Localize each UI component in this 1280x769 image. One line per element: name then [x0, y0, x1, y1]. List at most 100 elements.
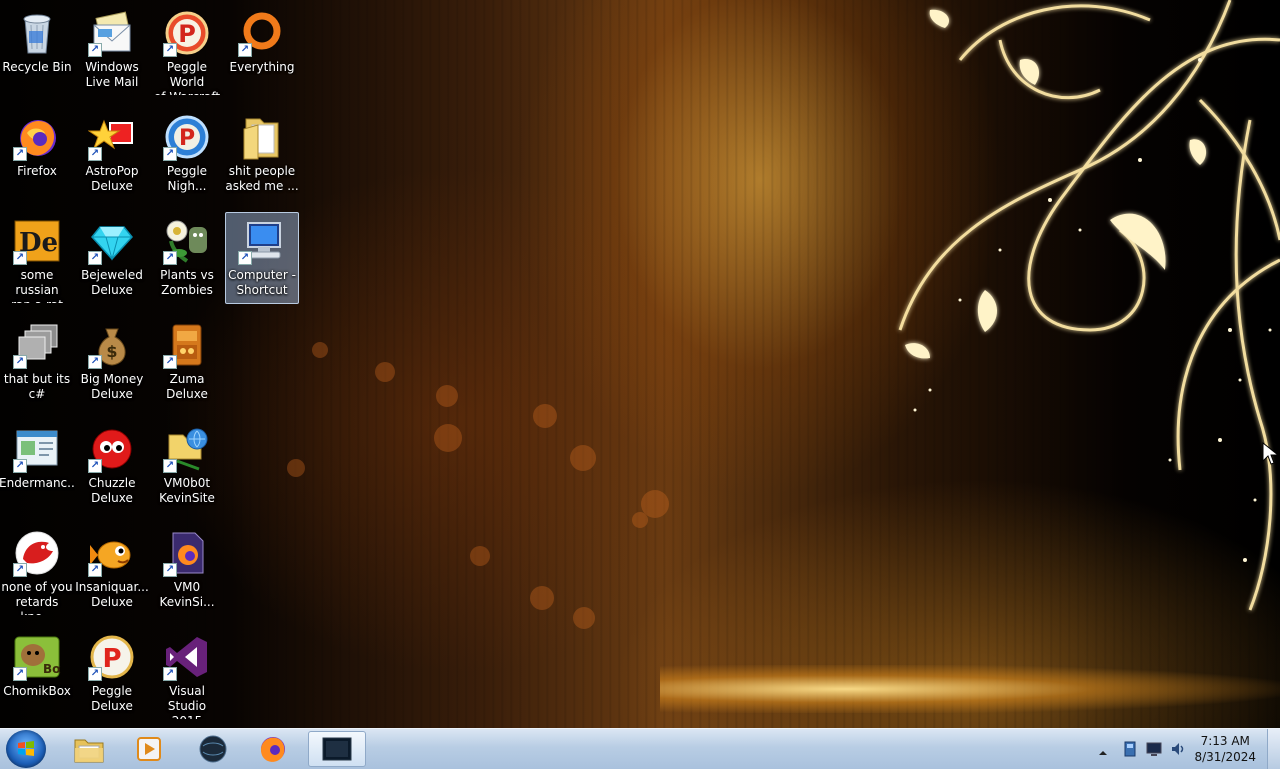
desktop-icon-label: Endermanc... — [0, 476, 75, 490]
taskbar-button-remote[interactable] — [308, 731, 366, 767]
desktop-icon-everything[interactable]: ↗ Everything — [225, 4, 299, 96]
desktop-icon-that-but-its-csharp[interactable]: ↗ that but its c# — [0, 316, 74, 408]
show-desktop-button[interactable] — [1267, 729, 1280, 769]
desktop-icon-label: Windows Live Mail — [85, 60, 139, 89]
svg-text:P: P — [102, 644, 121, 674]
peggle-nights-icon: P ↗ — [163, 113, 211, 161]
shortcut-arrow-icon: ↗ — [163, 563, 177, 577]
desktop-icon-label: Peggle World of Warcraft ... — [154, 60, 220, 95]
desktop-icon-label: shit people asked me ... — [225, 164, 299, 193]
de-app-icon: De ↗ — [13, 217, 61, 265]
desktop-icon-chomikbox[interactable]: Box ↗ ChomikBox — [0, 628, 74, 720]
desktop-icon-visual-studio-2015[interactable]: ↗ Visual Studio 2015 — [150, 628, 224, 720]
monitor-icon — [322, 737, 352, 761]
desktop-icon-label: Visual Studio 2015 — [167, 684, 207, 719]
shortcut-arrow-icon: ↗ — [88, 251, 102, 265]
svg-text:$: $ — [106, 342, 117, 361]
mouse-cursor-icon — [1262, 442, 1280, 465]
everything-search-icon: ↗ — [238, 9, 286, 57]
windows-start-icon — [18, 741, 34, 756]
shortcut-arrow-icon: ↗ — [88, 563, 102, 577]
taskbar-button-firefox[interactable] — [246, 731, 300, 767]
shortcut-arrow-icon: ↗ — [163, 459, 177, 473]
desktop-icon-computer-shortcut[interactable]: ↗ Computer - Shortcut — [225, 212, 299, 304]
start-button[interactable] — [6, 730, 46, 768]
shortcut-arrow-icon: ↗ — [88, 355, 102, 369]
desktop-icon-label: Insaniquar... Deluxe — [75, 580, 149, 609]
show-hidden-icon[interactable] — [1098, 743, 1108, 755]
shortcut-arrow-icon: ↗ — [13, 355, 27, 369]
shortcut-arrow-icon: ↗ — [163, 43, 177, 57]
mail-icon: ↗ — [88, 9, 136, 57]
desktop-icon-label: ChomikBox — [3, 684, 71, 698]
display-icon[interactable] — [1146, 741, 1162, 757]
desktop-icon-zuma-deluxe[interactable]: ↗ Zuma Deluxe — [150, 316, 224, 408]
desktop-icon-peggle-world-of-warcraft[interactable]: P ↗ Peggle World of Warcraft ... — [150, 4, 224, 96]
shortcut-arrow-icon: ↗ — [13, 667, 27, 681]
desktop-icon-plants-vs-zombies[interactable]: ↗ Plants vs Zombies — [150, 212, 224, 304]
desktop-icon-insaniquarium-deluxe[interactable]: ↗ Insaniquar... Deluxe — [75, 524, 149, 616]
taskbar-clock[interactable]: 7:13 AM 8/31/2024 — [1194, 733, 1256, 765]
desktop-icon-recycle-bin[interactable]: Recycle Bin — [0, 4, 74, 96]
clock-date: 8/31/2024 — [1194, 750, 1256, 764]
svg-text:P: P — [178, 20, 196, 48]
desktop-icon-windows-live-mail[interactable]: ↗ Windows Live Mail — [75, 4, 149, 96]
desktop-icon-folder[interactable]: shit people asked me ... — [225, 108, 299, 200]
dark-globe-icon — [199, 735, 227, 763]
desktop-icon-some-russian-ran-a-rat[interactable]: De ↗ some russian ran a rat — [0, 212, 74, 304]
zuma-icon: ↗ — [163, 321, 211, 369]
taskbar: 7:13 AM 8/31/2024 — [0, 728, 1280, 769]
volume-icon[interactable] — [1170, 741, 1186, 757]
fish-icon: ↗ — [88, 529, 136, 577]
desktop-icon-bejeweled-deluxe[interactable]: ↗ Bejeweled Deluxe — [75, 212, 149, 304]
money-bag-icon: $ ↗ — [88, 321, 136, 369]
shortcut-arrow-icon: ↗ — [13, 459, 27, 473]
desktop-icon-label: VM0b0t KevinSite — [159, 476, 215, 505]
peggle-icon: P ↗ — [163, 9, 211, 57]
network-device-icon[interactable] — [1122, 741, 1138, 757]
shortcut-arrow-icon: ↗ — [238, 251, 252, 265]
desktop-icon-vm0b0t-kevinsite[interactable]: ↗ VM0b0t KevinSite — [150, 420, 224, 512]
chuzzle-icon: ↗ — [88, 425, 136, 473]
desktop-icon-big-money-deluxe[interactable]: $ ↗ Big Money Deluxe — [75, 316, 149, 408]
desktop-icon-chuzzle-deluxe[interactable]: ↗ Chuzzle Deluxe — [75, 420, 149, 512]
desktop-icon-label: Everything — [229, 60, 295, 74]
desktop-icon-label: Big Money Deluxe — [80, 372, 144, 401]
firefox-icon — [261, 737, 285, 762]
astropop-icon: ↗ — [87, 113, 136, 161]
desktop-icon-none-of-you[interactable]: ↗ none of you retards kno... — [0, 524, 74, 616]
peggle-deluxe-icon: P ↗ — [88, 633, 136, 681]
system-tray: 7:13 AM 8/31/2024 — [1080, 729, 1280, 769]
file-explorer-icon — [74, 739, 104, 763]
desktop-icon-astropop-deluxe[interactable]: ↗ AstroPop Deluxe — [75, 108, 149, 200]
shortcut-arrow-icon: ↗ — [88, 459, 102, 473]
svg-text:Box: Box — [43, 662, 61, 676]
desktop-icon-label: that but its c# — [3, 372, 71, 401]
taskbar-button-dark-app[interactable] — [186, 731, 240, 767]
stacked-windows-icon: ↗ — [13, 321, 61, 369]
shortcut-arrow-icon: ↗ — [163, 147, 177, 161]
firefox-icon: ↗ — [13, 113, 61, 161]
shortcut-arrow-icon: ↗ — [163, 667, 177, 681]
desktop-icon-label: some russian ran a rat — [11, 268, 63, 303]
desktop-icon-label: Plants vs Zombies — [160, 268, 214, 297]
desktop-icon-firefox[interactable]: ↗ Firefox — [0, 108, 74, 200]
taskbar-button-media-player[interactable] — [122, 731, 176, 767]
desktop-icon-vm0-kevinsite[interactable]: ↗ VM0 KevinSi... — [150, 524, 224, 616]
desktop-icon-label: Recycle Bin — [2, 60, 72, 74]
desktop-icon-label: AstroPop Deluxe — [85, 164, 139, 193]
desktop-icon-label: Peggle Deluxe — [91, 684, 133, 713]
shortcut-arrow-icon: ↗ — [88, 147, 102, 161]
shortcut-arrow-icon: ↗ — [13, 563, 27, 577]
desktop-icon-endermanch[interactable]: ↗ Endermanc... — [0, 420, 75, 512]
desktop-icon-peggle-nights[interactable]: P ↗ Peggle Nigh... — [150, 108, 224, 200]
desktop-icon-peggle-deluxe[interactable]: P ↗ Peggle Deluxe — [75, 628, 149, 720]
media-player-icon — [137, 737, 161, 761]
desktop-icon-label: Chuzzle Deluxe — [88, 476, 136, 505]
firefox-file-icon: ↗ — [163, 529, 211, 577]
desktop-icon-label: Zuma Deluxe — [166, 372, 208, 401]
recycle-bin-icon — [13, 9, 61, 57]
taskbar-button-explorer[interactable] — [62, 731, 116, 767]
desktop-icon-label: VM0 KevinSi... — [159, 580, 215, 609]
desktop-icon-label: Computer - Shortcut — [228, 268, 296, 297]
